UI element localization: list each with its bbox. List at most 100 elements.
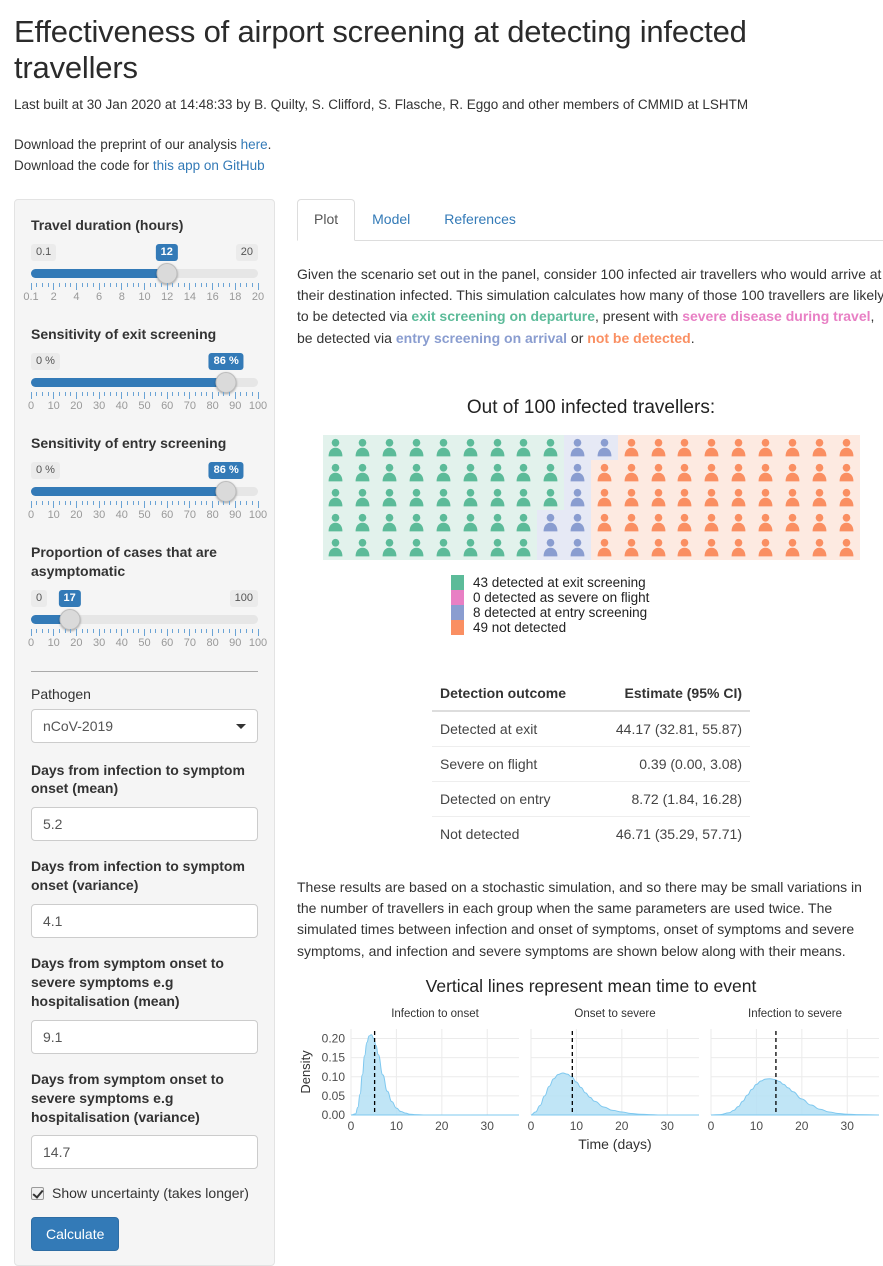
slider-tick-minor bbox=[70, 628, 72, 633]
facet-title: Onset to severe bbox=[574, 1008, 655, 1020]
table-header-row: Detection outcome Estimate (95% CI) bbox=[432, 676, 750, 712]
checkbox-icon[interactable] bbox=[31, 1186, 44, 1200]
tab-model[interactable]: Model bbox=[355, 199, 427, 241]
person-icon bbox=[409, 538, 424, 557]
slider-tick-minor bbox=[58, 500, 60, 505]
waffle-cell bbox=[456, 459, 484, 485]
waffle-cell bbox=[752, 484, 779, 510]
waffle-cell bbox=[698, 534, 726, 560]
slider-tick-labels: 0 10 20 30 40 50 60 70 80 90 100 bbox=[28, 636, 267, 651]
slider-tick-minor bbox=[115, 283, 117, 288]
slider-tick bbox=[189, 628, 191, 636]
github-link[interactable]: on GitHub bbox=[204, 158, 265, 173]
person-icon bbox=[731, 538, 746, 557]
cell-estimate: 8.72 (1.84, 16.28) bbox=[590, 780, 750, 817]
slider-tick bbox=[121, 391, 123, 399]
waffle-cell bbox=[510, 434, 538, 460]
x-axis-label: Time (days) bbox=[578, 1136, 651, 1152]
slider-value-label: 86 % bbox=[208, 461, 244, 479]
slider-tick-minor bbox=[109, 391, 111, 396]
slider-tick-label: 100 bbox=[248, 399, 268, 412]
waffle-cell bbox=[537, 509, 565, 535]
slider-tick-minor bbox=[229, 391, 231, 396]
slider-asymptomatic-proportion[interactable]: Proportion of cases that are asymptomati… bbox=[28, 543, 267, 651]
slider-tick-label: 30 bbox=[92, 636, 106, 649]
slider-tick-minor bbox=[195, 391, 197, 396]
slider-tick-minor bbox=[246, 500, 248, 505]
slider-tick-minor bbox=[132, 500, 134, 505]
x-tick-label: 20 bbox=[615, 1119, 629, 1133]
waffle-cell bbox=[564, 534, 591, 560]
slider-tick-minor bbox=[87, 500, 89, 505]
waffle-cell bbox=[725, 434, 753, 460]
person-icon bbox=[490, 438, 504, 457]
person-icon bbox=[812, 488, 827, 507]
waffle-cell bbox=[403, 534, 430, 560]
pathogen-select[interactable]: nCoV-2019 bbox=[31, 708, 258, 743]
slider-tick-minor bbox=[240, 283, 242, 288]
slider-tick-label: 70 bbox=[183, 399, 197, 412]
slider-handle[interactable] bbox=[156, 263, 178, 285]
slider-tick-minor bbox=[87, 628, 89, 633]
slider-tick bbox=[121, 283, 123, 291]
input-severe-variance[interactable]: 14.7 bbox=[31, 1135, 258, 1170]
person-icon bbox=[597, 438, 612, 457]
input-onset-mean[interactable]: 5.2 bbox=[31, 807, 258, 842]
waffle-cell bbox=[403, 484, 430, 510]
slider-tick-minor bbox=[195, 500, 197, 505]
waffle-cell bbox=[805, 484, 833, 510]
legend-item: 0 detected as severe on flight bbox=[451, 589, 731, 605]
slider-value-label: 12 bbox=[155, 244, 178, 262]
slider-tick-label: 2 bbox=[50, 291, 57, 304]
slider-track[interactable] bbox=[31, 371, 258, 393]
input-onset-variance[interactable]: 4.1 bbox=[31, 904, 258, 939]
preprint-link[interactable]: here bbox=[241, 137, 268, 152]
slider-tick-minor bbox=[195, 283, 197, 288]
slider-tick-minor bbox=[109, 628, 111, 633]
slider-tick-minor bbox=[64, 391, 66, 396]
input-severe-mean[interactable]: 9.1 bbox=[31, 1019, 258, 1054]
slider-tick bbox=[53, 391, 55, 399]
slider-tick-minor bbox=[126, 500, 128, 505]
slider-tick bbox=[166, 283, 168, 291]
waffle-legend: 43 detected at exit screening 0 detected … bbox=[451, 574, 731, 635]
slider-tick-minor bbox=[240, 628, 242, 633]
cell-estimate: 46.71 (35.29, 57.71) bbox=[590, 815, 750, 851]
person-icon bbox=[543, 438, 558, 457]
person-icon bbox=[839, 538, 854, 557]
waffle-cell bbox=[832, 509, 860, 535]
slider-travel-duration[interactable]: Travel duration (hours) 0.1 12 20 0.1 2 4 6… bbox=[23, 216, 264, 305]
slider-entry-sensitivity[interactable]: Sensitivity of entry screening 0 % 86 % … bbox=[28, 434, 267, 523]
waffle-cell bbox=[805, 509, 833, 535]
tab-references[interactable]: References bbox=[427, 199, 533, 241]
slider-handle[interactable] bbox=[215, 371, 237, 393]
slider-tick bbox=[257, 500, 259, 508]
person-icon bbox=[516, 538, 531, 557]
slider-tick-minor bbox=[206, 283, 208, 288]
waffle-cell bbox=[671, 459, 699, 485]
tab-plot[interactable]: Plot bbox=[297, 199, 356, 241]
slider-min-label: 0 % bbox=[31, 352, 60, 371]
slider-tick bbox=[53, 628, 55, 636]
slider-tick-minor bbox=[217, 500, 219, 505]
x-tick-label: 30 bbox=[841, 1119, 855, 1133]
slider-handle[interactable] bbox=[59, 608, 81, 630]
slider-track[interactable] bbox=[31, 480, 258, 502]
slider-tick-minor bbox=[115, 628, 117, 633]
slider-tick-minor bbox=[81, 628, 83, 633]
slider-track[interactable] bbox=[31, 263, 258, 285]
slider-exit-sensitivity[interactable]: Sensitivity of exit screening 0 % 86 % 0… bbox=[28, 325, 267, 414]
waffle-cell bbox=[537, 484, 565, 510]
slider-track[interactable] bbox=[31, 608, 258, 630]
slider-handle[interactable] bbox=[215, 480, 237, 502]
slider-tick-label: 30 bbox=[92, 399, 106, 412]
cell-outcome: Not detected bbox=[432, 815, 591, 851]
waffle-cell bbox=[510, 459, 538, 485]
this-app-link[interactable]: this app bbox=[153, 158, 200, 173]
slider-tick-minor bbox=[87, 391, 89, 396]
slider-tick-minor bbox=[47, 283, 49, 288]
show-uncertainty-checkbox-row[interactable]: Show uncertainty (takes longer) bbox=[31, 1185, 258, 1201]
waffle-cell bbox=[510, 484, 538, 510]
calculate-button[interactable]: Calculate bbox=[31, 1217, 120, 1252]
person-icon bbox=[597, 513, 612, 532]
